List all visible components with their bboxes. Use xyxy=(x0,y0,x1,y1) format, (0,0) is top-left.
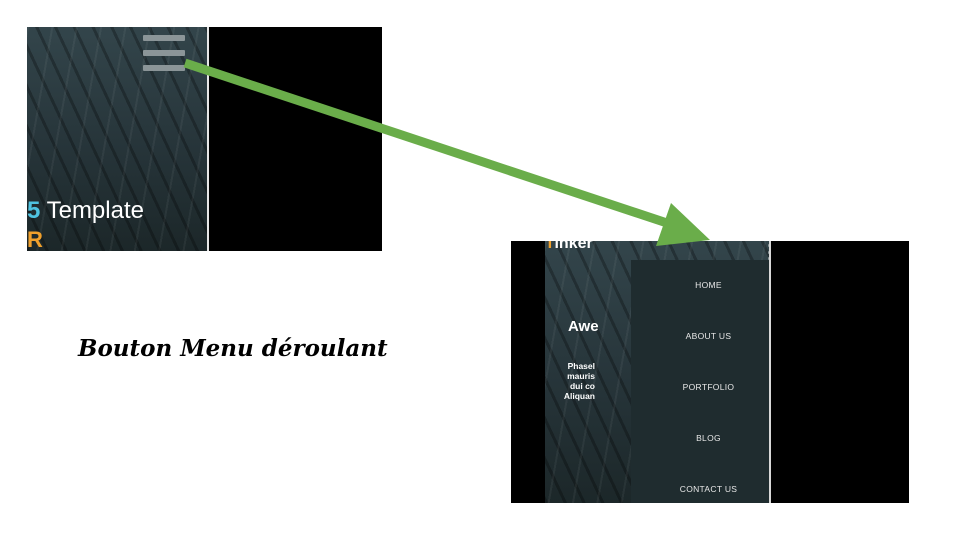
arrow-icon xyxy=(183,58,710,246)
